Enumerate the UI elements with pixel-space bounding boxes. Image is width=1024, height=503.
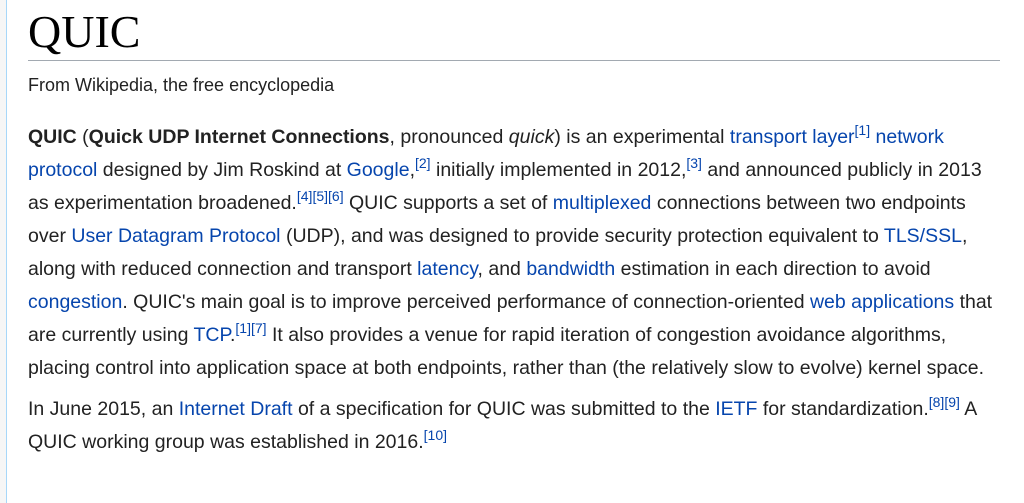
link-tls-ssl[interactable]: TLS/SSL — [884, 225, 962, 247]
ref-link-3[interactable]: [3] — [686, 155, 702, 171]
article-content: QUIC From Wikipedia, the free encycloped… — [28, 0, 1000, 459]
sidebar-edge — [0, 0, 7, 503]
expansion-bold: Quick UDP Internet Connections — [88, 126, 390, 148]
ref-link-4[interactable]: [4] — [297, 188, 313, 204]
text-span: ( — [76, 126, 89, 148]
text-span: (UDP), and was designed to provide secur… — [280, 225, 884, 247]
ref-link-1b[interactable]: [1] — [235, 320, 251, 336]
link-google[interactable]: Google — [347, 159, 410, 181]
link-bandwidth[interactable]: bandwidth — [526, 258, 615, 280]
ref-link-7[interactable]: [7] — [251, 320, 267, 336]
text-span: , and — [477, 258, 527, 280]
text-span: QUIC supports a set of — [343, 192, 553, 214]
text-span: designed by Jim Roskind at — [97, 159, 347, 181]
text-span: In June 2015, an — [28, 398, 179, 420]
site-tagline: From Wikipedia, the free encyclopedia — [28, 75, 335, 95]
text-span: ) is an experimental — [554, 126, 730, 148]
link-web-applications[interactable]: web applications — [810, 291, 954, 313]
ref-link-9[interactable]: [9] — [944, 394, 960, 410]
text-span: initially implemented in 2012, — [430, 159, 687, 181]
link-transport-layer[interactable]: transport layer — [730, 126, 855, 148]
link-udp[interactable]: User Datagram Protocol — [71, 225, 280, 247]
text-span: for standardization. — [757, 398, 929, 420]
ref-link-6[interactable]: [6] — [328, 188, 344, 204]
link-internet-draft[interactable]: Internet Draft — [179, 398, 293, 420]
term-bold: QUIC — [28, 126, 77, 148]
ref-link-10[interactable]: [10] — [424, 427, 447, 443]
ref-link-5[interactable]: [5] — [312, 188, 328, 204]
text-span: , pronounced — [389, 126, 509, 148]
link-latency[interactable]: latency — [417, 258, 477, 280]
link-ietf[interactable]: IETF — [715, 398, 757, 420]
ref-link-2[interactable]: [2] — [415, 155, 431, 171]
text-span: estimation in each direction to avoid — [615, 258, 931, 280]
text-span: of a specification for QUIC was submitte… — [292, 398, 716, 420]
link-multiplexed[interactable]: multiplexed — [553, 192, 652, 214]
ref-link-8[interactable]: [8] — [929, 394, 945, 410]
ref-link-1[interactable]: [1] — [855, 122, 871, 138]
text-span: . QUIC's main goal is to improve perceiv… — [122, 291, 810, 313]
page-title: QUIC — [28, 0, 1000, 61]
paragraph-intro: QUIC (Quick UDP Internet Connections, pr… — [28, 121, 1000, 385]
link-congestion[interactable]: congestion — [28, 291, 122, 313]
pronunciation-italic: quick — [508, 126, 555, 148]
paragraph-history: In June 2015, an Internet Draft of a spe… — [28, 393, 1000, 459]
link-tcp[interactable]: TCP — [193, 324, 230, 346]
